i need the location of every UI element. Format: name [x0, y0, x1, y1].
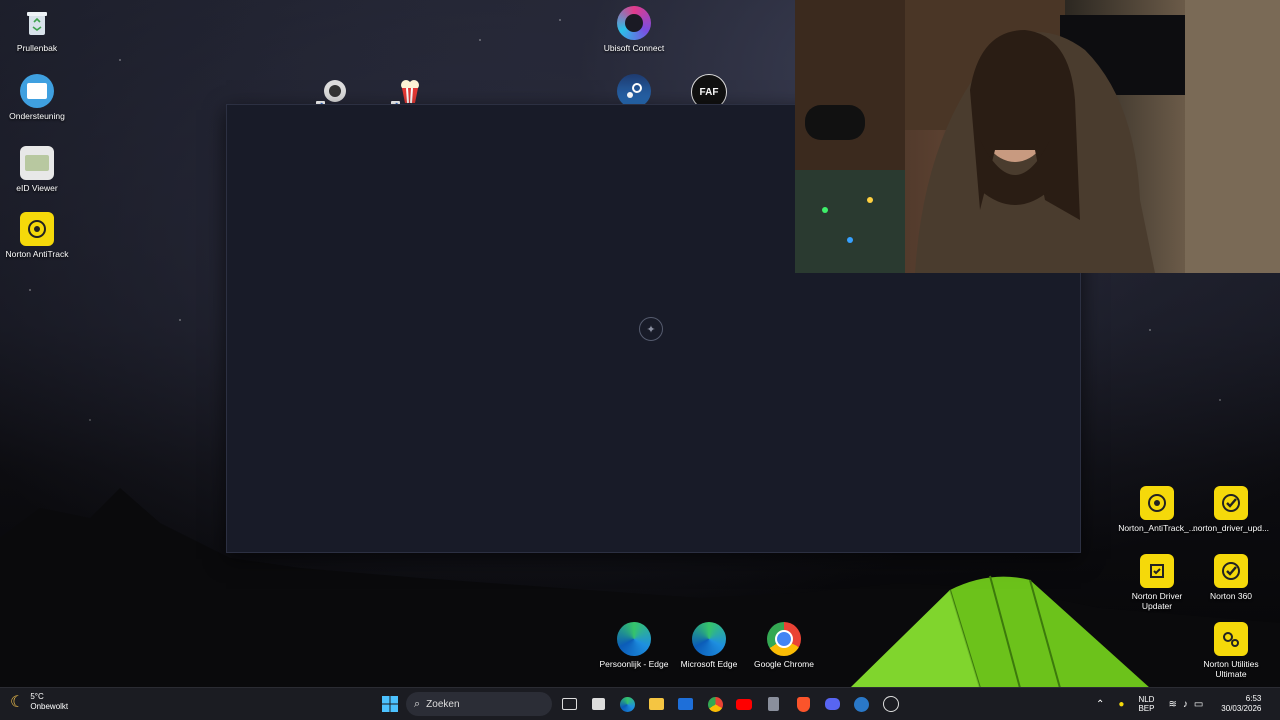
desktop-icon-label: Microsoft Edge — [680, 659, 738, 669]
start-button[interactable] — [380, 694, 400, 714]
desktop-icon-label: Google Chrome — [753, 659, 814, 669]
store-button[interactable] — [588, 694, 608, 714]
desktop-icon-label: Norton Utilities Ultimate — [1203, 659, 1259, 679]
loading-spinner-icon: ✦ — [639, 317, 663, 341]
desktop-icon-label: Prullenbak — [16, 43, 58, 53]
desktop-icon-game-launcher[interactable]: ↗ — [298, 74, 372, 110]
steam-taskbar-button[interactable] — [851, 694, 871, 714]
clock[interactable]: 6:53 30/03/2026 — [1221, 694, 1261, 714]
desktop-icon-label: Norton_AntiTrack_... — [1118, 523, 1196, 533]
desktop-icon-label: norton_driver_upd... — [1192, 523, 1270, 533]
desktop-icon-support[interactable]: Ondersteuning — [0, 74, 74, 121]
desktop-icon-recycle-bin[interactable]: Prullenbak — [0, 6, 74, 53]
language-indicator[interactable]: NLD BEP — [1138, 695, 1154, 713]
popcorn-icon: ↗ — [391, 74, 427, 110]
language-bottom: BEP — [1138, 704, 1155, 713]
show-hidden-icons-chevron-up-icon[interactable]: ⌃ — [1096, 699, 1104, 710]
desktop-icon-edge[interactable]: Microsoft Edge — [672, 622, 746, 669]
weather-widget[interactable]: ☾ 5°C Onbewolkt — [10, 692, 68, 712]
recycle-bin-icon — [20, 6, 54, 40]
system-tray: ⌃ ● NLD BEP ≋ ♪ ▭ 6:53 30/03/2026 — [1096, 688, 1261, 720]
webcam-scene — [795, 0, 1280, 273]
microphone-icon[interactable]: ● — [1118, 699, 1124, 710]
desktop-icon-norton-driver-installer[interactable]: norton_driver_upd... — [1192, 486, 1270, 533]
desktop-icon-norton-driver-updater[interactable]: Norton Driver Updater — [1120, 554, 1194, 611]
file-explorer-icon — [648, 698, 664, 710]
volume-icon[interactable]: ♪ — [1183, 699, 1188, 710]
task-view-button[interactable] — [559, 694, 579, 714]
desktop-icon-chrome[interactable]: Google Chrome — [747, 622, 821, 669]
desktop-icon-label: Ubisoft Connect — [603, 43, 665, 53]
desktop-icon-label: Persoonlijk - Edge — [599, 659, 669, 669]
edge-icon — [619, 696, 635, 712]
clock-time: 6:53 — [1245, 694, 1262, 703]
norton-360-icon — [1214, 554, 1248, 588]
desktop-icon-popcorn[interactable]: ↗ — [373, 74, 447, 110]
norton-driver-icon — [1140, 554, 1174, 588]
support-icon — [20, 74, 54, 108]
steam-icon — [853, 696, 869, 712]
app-launcher-icon — [883, 696, 899, 712]
steam-icon — [617, 74, 651, 108]
windows-logo-icon — [382, 696, 398, 712]
search-icon: ⌕ — [414, 697, 421, 710]
edge-icon — [692, 622, 726, 656]
chrome-taskbar-button[interactable] — [705, 694, 725, 714]
brave-button[interactable] — [793, 694, 813, 714]
desktop-icon-norton-360[interactable]: Norton 360 — [1194, 554, 1268, 601]
desktop-icon-label: Norton AntiTrack — [5, 249, 69, 259]
discord-button[interactable] — [822, 694, 842, 714]
desktop-icon-label: Norton Driver Updater — [1131, 591, 1183, 611]
language-top: NLD — [1138, 695, 1155, 704]
battery-icon[interactable]: ▭ — [1194, 699, 1203, 710]
desktop-icon-label: Ondersteuning — [9, 111, 65, 121]
norton-check-icon — [1214, 486, 1248, 520]
calculator-icon — [767, 697, 779, 711]
discord-icon — [824, 698, 840, 710]
file-explorer-button[interactable] — [646, 694, 666, 714]
eid-viewer-icon — [20, 146, 54, 180]
youtube-button[interactable] — [734, 694, 754, 714]
desktop-icon-label: Norton 360 — [1209, 591, 1253, 601]
chrome-icon — [767, 622, 801, 656]
taskbar-search[interactable]: ⌕ Zoeken — [406, 692, 552, 716]
game-launcher-icon: ↗ — [316, 74, 352, 110]
desktop-icon-norton-utilities[interactable]: Norton Utilities Ultimate — [1194, 622, 1268, 679]
taskbar: ☾ 5°C Onbewolkt ⌕ Zoeken ⌃ ● NLD BEP ≋ ♪… — [0, 687, 1280, 720]
desktop-icon-edge-personal[interactable]: Persoonlijk - Edge — [597, 622, 671, 669]
youtube-icon — [736, 698, 752, 710]
edge-taskbar-button[interactable] — [617, 694, 637, 714]
calculator-button[interactable] — [763, 694, 783, 714]
norton-antitrack-icon — [20, 212, 54, 246]
mail-icon — [677, 698, 693, 710]
wifi-icon[interactable]: ≋ — [1168, 699, 1176, 710]
brave-icon — [796, 696, 810, 712]
desktop-icon-label: eID Viewer — [16, 183, 58, 193]
clock-date: 30/03/2026 — [1221, 704, 1262, 713]
norton-antitrack-icon — [1140, 486, 1174, 520]
weather-temperature: 5°C — [30, 692, 44, 701]
desktop-icon-eid-viewer[interactable]: eID Viewer — [0, 146, 74, 193]
task-view-icon — [561, 698, 577, 710]
store-icon — [591, 698, 605, 710]
desktop-icon-ubisoft[interactable]: Ubisoft Connect — [597, 6, 671, 53]
app-launcher-taskbar-button[interactable] — [881, 694, 901, 714]
desktop-icon-norton-antitrack-installer[interactable]: Norton_AntiTrack_... — [1118, 486, 1196, 533]
moon-icon: ☾ — [10, 694, 25, 711]
desktop-icon-steam[interactable] — [597, 74, 671, 108]
norton-utilities-icon — [1214, 622, 1248, 656]
webcam-overlay — [795, 0, 1280, 273]
mail-button[interactable] — [675, 694, 695, 714]
weather-description: Onbewolkt — [30, 702, 69, 711]
chrome-icon — [707, 696, 723, 712]
search-placeholder: Zoeken — [426, 698, 460, 710]
ubisoft-icon — [617, 6, 651, 40]
desktop-icon-norton-antitrack[interactable]: Norton AntiTrack — [0, 212, 74, 259]
edge-icon — [617, 622, 651, 656]
